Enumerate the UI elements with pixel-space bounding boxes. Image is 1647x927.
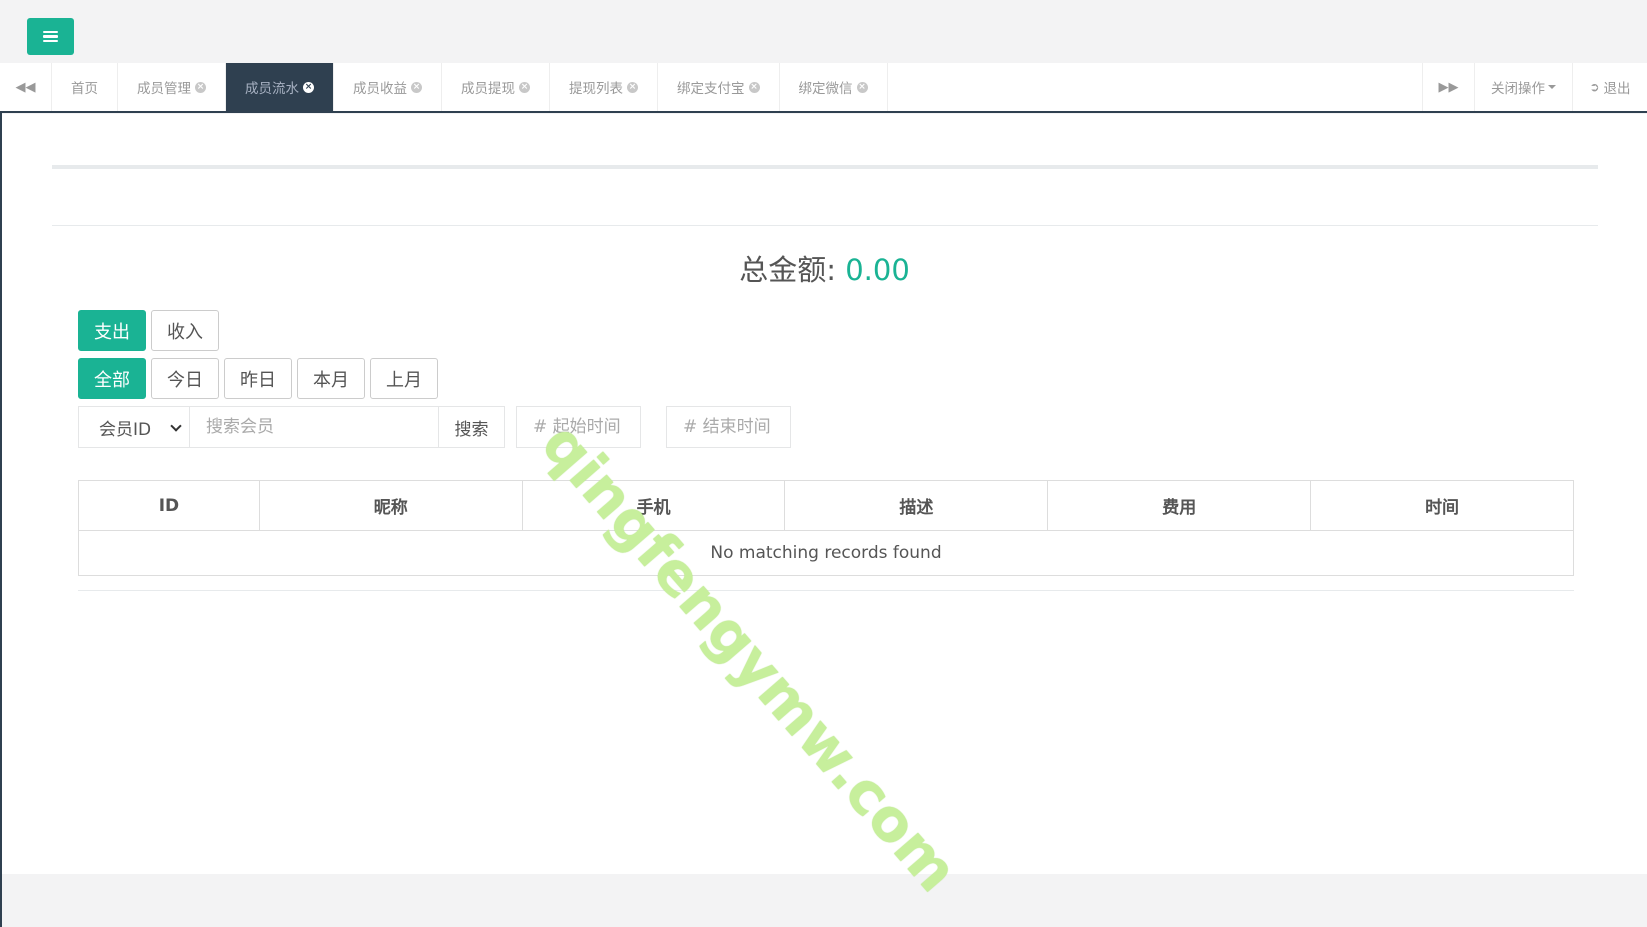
tab-2[interactable]: 成员流水 × bbox=[226, 63, 334, 111]
end-date-input[interactable] bbox=[666, 406, 791, 448]
close-circle-icon[interactable]: × bbox=[519, 81, 530, 93]
tabs-scroll-left-button[interactable]: ◀◀ bbox=[0, 63, 52, 111]
search-input[interactable] bbox=[189, 406, 439, 448]
type-filter-button-0[interactable]: 支出 bbox=[78, 310, 146, 351]
column-header[interactable]: 费用 bbox=[1047, 480, 1312, 531]
tab-label: 成员提现 bbox=[461, 81, 515, 97]
total-amount-label: 总金额: bbox=[739, 253, 836, 287]
search-field-value: 会员ID bbox=[99, 419, 152, 440]
column-header[interactable]: 手机 bbox=[521, 480, 786, 531]
logout-label: 退出 bbox=[1603, 81, 1631, 97]
table-empty-row: No matching records found bbox=[78, 530, 1574, 576]
hamburger-icon bbox=[43, 30, 58, 43]
search-form: 会员ID 搜索 bbox=[78, 406, 505, 448]
tab-label: 成员管理 bbox=[137, 81, 191, 97]
records-table: ID 昵称 手机 描述 费用 时间 No matching records found bbox=[78, 480, 1574, 576]
close-circle-icon[interactable]: × bbox=[195, 81, 206, 93]
search-button[interactable]: 搜索 bbox=[439, 406, 505, 448]
table-bottom-divider bbox=[78, 590, 1574, 591]
period-filter-button-4[interactable]: 上月 bbox=[370, 358, 438, 399]
search-field-select[interactable]: 会员ID bbox=[78, 406, 189, 448]
double-chevron-left-icon: ◀◀ bbox=[15, 79, 36, 95]
menu-toggle-button[interactable] bbox=[27, 18, 74, 55]
table-header-row: ID 昵称 手机 描述 费用 时间 bbox=[78, 480, 1574, 531]
panel-divider bbox=[52, 225, 1598, 226]
close-operations-label: 关闭操作 bbox=[1491, 81, 1545, 97]
period-filter-button-0[interactable]: 全部 bbox=[78, 358, 146, 399]
tab-label: 提现列表 bbox=[569, 81, 623, 97]
tab-5[interactable]: 提现列表 × bbox=[550, 63, 658, 111]
tab-3[interactable]: 成员收益 × bbox=[334, 63, 442, 111]
tab-label: 绑定支付宝 bbox=[677, 81, 745, 97]
tab-label: 成员收益 bbox=[353, 81, 407, 97]
chevron-down-icon bbox=[170, 420, 182, 432]
tabs-scroll-right-button[interactable]: ▶▶ bbox=[1422, 63, 1474, 111]
column-header[interactable]: 描述 bbox=[784, 480, 1049, 531]
tab-label: 绑定微信 bbox=[798, 81, 853, 97]
close-circle-icon[interactable]: × bbox=[303, 81, 314, 93]
column-header[interactable]: ID bbox=[78, 480, 260, 531]
total-amount-value: 0.00 bbox=[845, 253, 910, 287]
tab-7[interactable]: 绑定微信 × bbox=[780, 63, 888, 111]
tab-6[interactable]: 绑定支付宝 × bbox=[658, 63, 780, 111]
column-header[interactable]: 昵称 bbox=[258, 480, 523, 531]
tab-label: 首页 bbox=[71, 81, 98, 97]
close-circle-icon[interactable]: × bbox=[411, 81, 422, 93]
logout-button[interactable]: ➲ 退出 bbox=[1572, 63, 1647, 111]
period-filter-button-3[interactable]: 本月 bbox=[297, 358, 365, 399]
main-content: 总金额: 0.00 支出收入 全部今日昨日本月上月 会员ID 搜索 ID昵称手机… bbox=[2, 114, 1647, 874]
period-filter-group: 全部 今日 昨日 本月 上月 bbox=[78, 358, 438, 399]
period-filter-button-1[interactable]: 今日 bbox=[151, 358, 219, 399]
start-date-input[interactable] bbox=[516, 406, 641, 448]
close-circle-icon[interactable]: × bbox=[856, 81, 868, 93]
type-filter-group: 支出 收入 bbox=[78, 310, 219, 351]
tabs-list: 首页 成员管理 × 成员流水 × 成员收益 × 成员提现 × 提现列表 × 绑定支付宝 × 绑定微信 × bbox=[52, 63, 888, 111]
panel-top-border bbox=[52, 165, 1598, 169]
page-tabs-bar: ◀◀ 首页 成员管理 × 成员流水 × 成员收益 × 成员提现 × 提现列表 × 绑定支付宝 × 绑定微信… bbox=[0, 63, 1647, 113]
type-filter-button-1[interactable]: 收入 bbox=[151, 310, 219, 351]
double-chevron-right-icon: ▶▶ bbox=[1438, 79, 1459, 95]
tab-1[interactable]: 成员管理 × bbox=[118, 63, 226, 111]
caret-down-icon bbox=[1548, 85, 1556, 89]
tab-4[interactable]: 成员提现 × bbox=[442, 63, 550, 111]
empty-message: No matching records found bbox=[78, 530, 1574, 576]
close-operations-dropdown[interactable]: 关闭操作 bbox=[1474, 63, 1572, 111]
tab-label: 成员流水 bbox=[245, 81, 299, 97]
close-circle-icon[interactable]: × bbox=[627, 81, 638, 93]
top-navbar bbox=[0, 0, 1647, 63]
sign-out-icon: ➲ bbox=[1589, 80, 1600, 94]
tab-0[interactable]: 首页 bbox=[52, 63, 118, 111]
period-filter-button-2[interactable]: 昨日 bbox=[224, 358, 292, 399]
close-circle-icon[interactable]: × bbox=[748, 81, 760, 93]
column-header[interactable]: 时间 bbox=[1310, 480, 1574, 531]
total-amount: 总金额: 0.00 bbox=[2, 247, 1647, 289]
